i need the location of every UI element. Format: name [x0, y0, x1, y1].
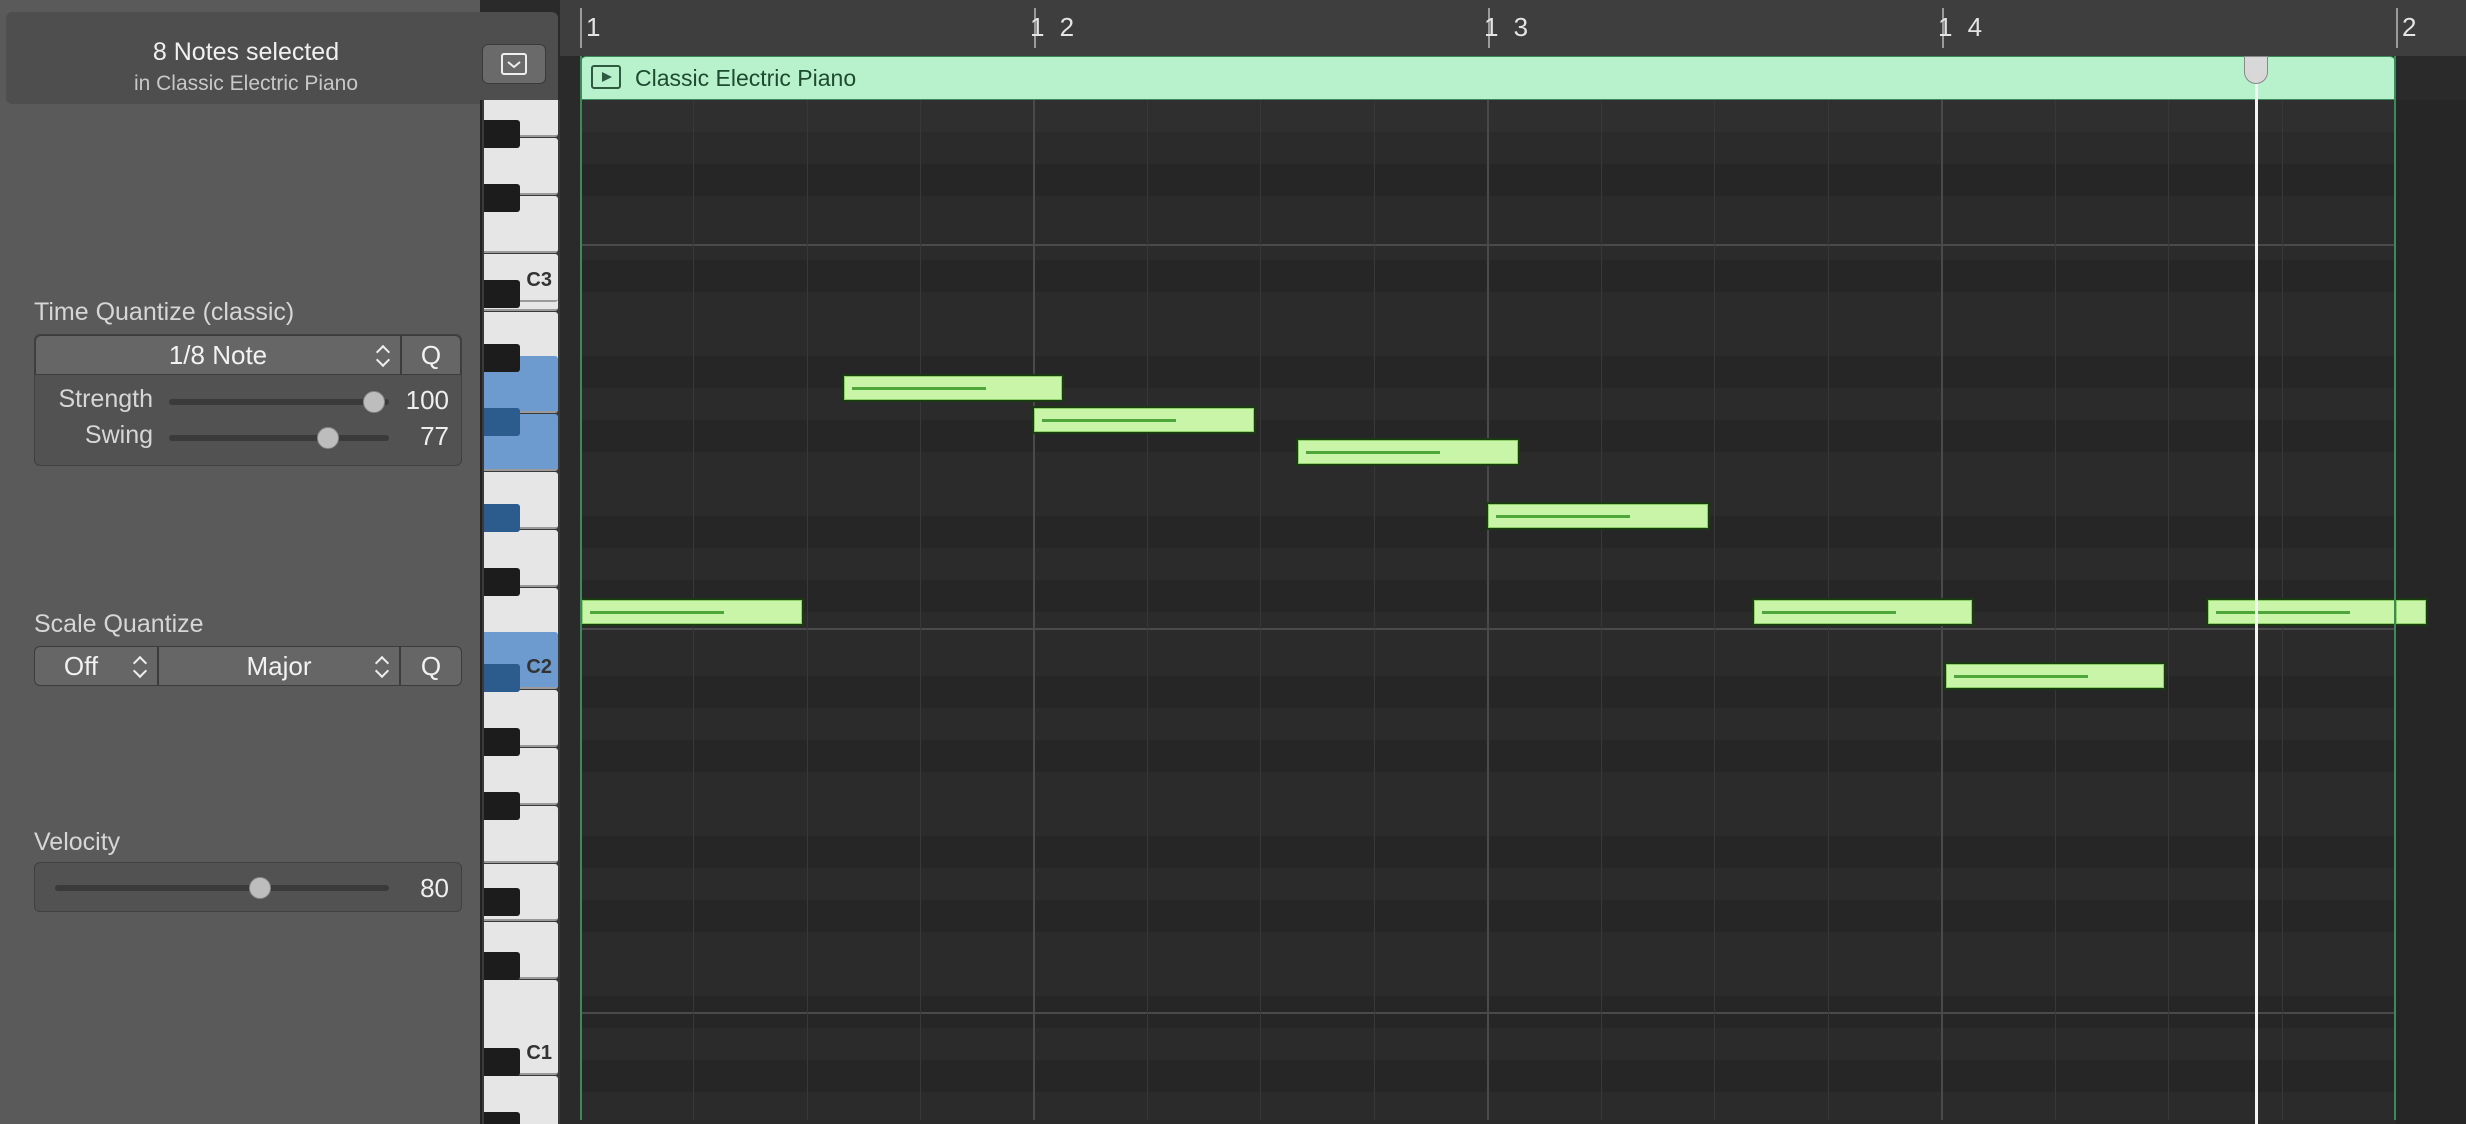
scale-quantize-q-button[interactable]: Q [400, 646, 462, 686]
play-icon[interactable] [591, 65, 621, 89]
time-quantize-panel: 1/8 Note Q Strength 100 Swing 77 [34, 334, 462, 466]
bar-line [1487, 100, 1489, 1120]
note-velocity-bar [852, 387, 986, 390]
beat-line [2168, 100, 2169, 1120]
strength-value: 100 [405, 385, 449, 415]
piano-keyboard[interactable]: C2 C1 C3 [480, 100, 560, 1124]
scale-quantize-panel: Off Major Q [34, 646, 462, 686]
playhead[interactable] [2255, 56, 2258, 1124]
note-velocity-bar [590, 611, 724, 614]
midi-note[interactable] [842, 374, 1064, 402]
black-key[interactable] [484, 184, 520, 212]
time-quantize-select[interactable]: 1/8 Note [35, 335, 401, 375]
bar-number: 2 [2402, 12, 2421, 42]
midi-note[interactable] [580, 598, 804, 626]
midi-note[interactable] [1486, 502, 1710, 530]
swing-label: Swing [84, 421, 153, 449]
midi-note[interactable] [1752, 598, 1974, 626]
beat-line [1714, 100, 1715, 1120]
region-name: Classic Electric Piano [635, 65, 857, 91]
velocity-slider[interactable] [55, 885, 389, 891]
swing-value: 77 [420, 421, 449, 451]
beat-line [1374, 100, 1375, 1120]
selection-subtitle: in Classic Electric Piano [133, 72, 359, 95]
black-key-selected[interactable] [484, 408, 520, 436]
swing-slider-knob[interactable] [317, 427, 339, 449]
black-key[interactable] [484, 792, 520, 820]
bar-number: 1 2 [1030, 12, 1079, 42]
midi-note[interactable] [1032, 406, 1256, 434]
region-right-edge[interactable] [2394, 56, 2396, 1120]
piano-roll-inspector: 8 Notes selected in Classic Electric Pia… [0, 0, 558, 1124]
velocity-label: Velocity [34, 828, 121, 856]
note-velocity-bar [1954, 675, 2088, 678]
black-key[interactable] [484, 344, 520, 372]
black-key-selected[interactable] [484, 664, 520, 692]
bar-ruler[interactable]: 1 1 2 1 3 1 4 2 [560, 0, 2466, 56]
note-velocity-bar [2216, 611, 2350, 614]
beat-line [1260, 100, 1261, 1120]
swing-slider[interactable] [169, 435, 389, 441]
black-key[interactable] [484, 120, 520, 148]
scale-type-value: Major [246, 650, 312, 681]
strength-slider[interactable] [169, 399, 389, 405]
scale-quantize-label: Scale Quantize [34, 610, 204, 638]
strength-slider-knob[interactable] [363, 391, 385, 413]
bar-number: 1 4 [1938, 12, 1987, 42]
velocity-value: 80 [420, 873, 449, 903]
scale-root-value: Off [63, 650, 99, 681]
strength-label: Strength [58, 385, 153, 413]
time-quantize-label: Time Quantize (classic) [34, 298, 295, 326]
midi-note[interactable] [2206, 598, 2396, 626]
black-key[interactable] [484, 1048, 520, 1076]
midi-note[interactable] [1296, 438, 1520, 466]
black-key[interactable] [484, 952, 520, 980]
time-quantize-value: 1/8 Note [168, 339, 268, 370]
note-velocity-bar [1042, 419, 1176, 422]
selection-title: 8 Notes selected [152, 38, 340, 66]
velocity-panel: 80 [34, 862, 462, 912]
key-label-c1: C1 [526, 1042, 552, 1064]
black-key-selected[interactable] [484, 504, 520, 532]
playhead-handle[interactable] [2244, 56, 2268, 84]
bar-tick [2396, 8, 2398, 48]
note-velocity-bar [1496, 515, 1630, 518]
bar-tick [580, 8, 582, 48]
beat-line [1601, 100, 1602, 1120]
beat-line [807, 100, 808, 1120]
key-label-c3: C3 [526, 269, 552, 291]
midi-note-overflow[interactable] [2396, 598, 2428, 626]
black-key[interactable] [484, 728, 520, 756]
black-key[interactable] [484, 280, 520, 308]
black-key[interactable] [484, 1112, 520, 1124]
black-key[interactable] [484, 888, 520, 916]
bar-number: 1 [586, 12, 605, 42]
black-key[interactable] [484, 568, 520, 596]
chevron-updown-icon [133, 655, 147, 679]
piano-roll-grid[interactable] [580, 100, 2396, 1120]
time-quantize-q-button[interactable]: Q [401, 335, 461, 375]
beat-line [1147, 100, 1148, 1120]
bar-line [1033, 100, 1035, 1120]
bar-number: 1 3 [1484, 12, 1533, 42]
note-velocity-bar [1306, 451, 1440, 454]
inspector-menu-button[interactable] [482, 44, 546, 84]
region-header[interactable]: Classic Electric Piano [580, 56, 2396, 100]
key-label-c2: C2 [526, 656, 552, 678]
scale-type-select[interactable]: Major [158, 646, 400, 686]
selection-header: 8 Notes selected in Classic Electric Pia… [6, 12, 558, 104]
velocity-slider-knob[interactable] [249, 877, 271, 899]
beat-line [920, 100, 921, 1120]
chevron-updown-icon [376, 344, 390, 368]
chevron-updown-icon [375, 655, 389, 679]
note-velocity-bar [1762, 611, 1896, 614]
region-left-edge [580, 56, 582, 1120]
midi-note[interactable] [1944, 662, 2166, 690]
scale-root-select[interactable]: Off [34, 646, 158, 686]
beat-line [2055, 100, 2056, 1120]
chevron-down-icon [501, 53, 527, 75]
